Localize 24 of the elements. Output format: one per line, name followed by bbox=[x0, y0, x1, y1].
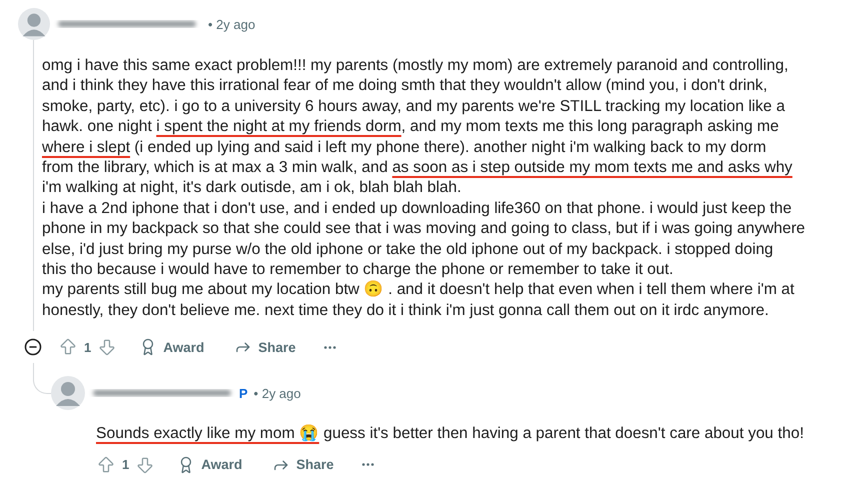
vote-count: 1 bbox=[84, 340, 92, 355]
avatar[interactable] bbox=[18, 8, 50, 40]
comment-text: i have a 2nd iphone that i don't use, and i ended up downloading life360 on that phone. i would just keep the phone in my backpack so that she could see that i was moving and going to class, but if i was going anywhere else, i'd just bring my purse w/o the old iphone or take the old iphone out of my backpack. i stopped doing this tho because i would have to remember to charge the phone or remember to take it out. bbox=[42, 198, 806, 280]
upvote-button[interactable] bbox=[58, 337, 78, 358]
upvote-button[interactable] bbox=[96, 454, 116, 475]
collapse-button[interactable] bbox=[24, 338, 42, 356]
share-button[interactable]: Share bbox=[234, 338, 296, 356]
downvote-button[interactable] bbox=[97, 337, 118, 358]
award-button[interactable]: Award bbox=[177, 456, 242, 474]
downvote-button[interactable] bbox=[135, 454, 156, 475]
more-icon bbox=[324, 346, 336, 349]
op-label: P bbox=[239, 386, 248, 401]
comment-text: omg i have this same exact problem!!! my parents (mostly my mom) are extremely paranoid and controlling, and i think they have this irrational fear of me doing smth that they wouldn't allow (mind you, i don't drink, smoke, party, etc). i go to a university 6 hours away, and my parents we're STILL tracking my location like a hawk. one night i spent the night at my friends dorm, and my mom texts me this long paragraph asking me where i slept (i ended up lying and said i left my phone there). another night i'm walking back to my dorm from the library, which is at max a 3 min walk, and as soon as i step outside my mom texts me and asks why i'm walking at night, it's dark outisde, am i ok, blah blah blah. bbox=[42, 56, 794, 198]
comment-text: my parents still bug me about my location btw 🙃 . and it doesn't help that even when i tell them where i'm at honestly, they don't believe me. next time they do it i think i'm just gonna call them out on it irdc anymore. bbox=[42, 280, 796, 321]
share-button[interactable]: Share bbox=[272, 456, 334, 474]
vote-count: 1 bbox=[122, 457, 130, 472]
timestamp: • 2y ago bbox=[254, 386, 301, 401]
avatar[interactable] bbox=[51, 376, 85, 410]
more-options-button[interactable] bbox=[324, 346, 336, 349]
timestamp: • 2y ago bbox=[208, 16, 256, 32]
award-button[interactable]: Award bbox=[139, 338, 204, 356]
more-options-button[interactable] bbox=[362, 463, 374, 466]
comment-text: Sounds exactly like my mom 😭 guess it's better then having a parent that doesn't care about you tho! bbox=[96, 424, 805, 444]
more-icon bbox=[362, 463, 374, 466]
